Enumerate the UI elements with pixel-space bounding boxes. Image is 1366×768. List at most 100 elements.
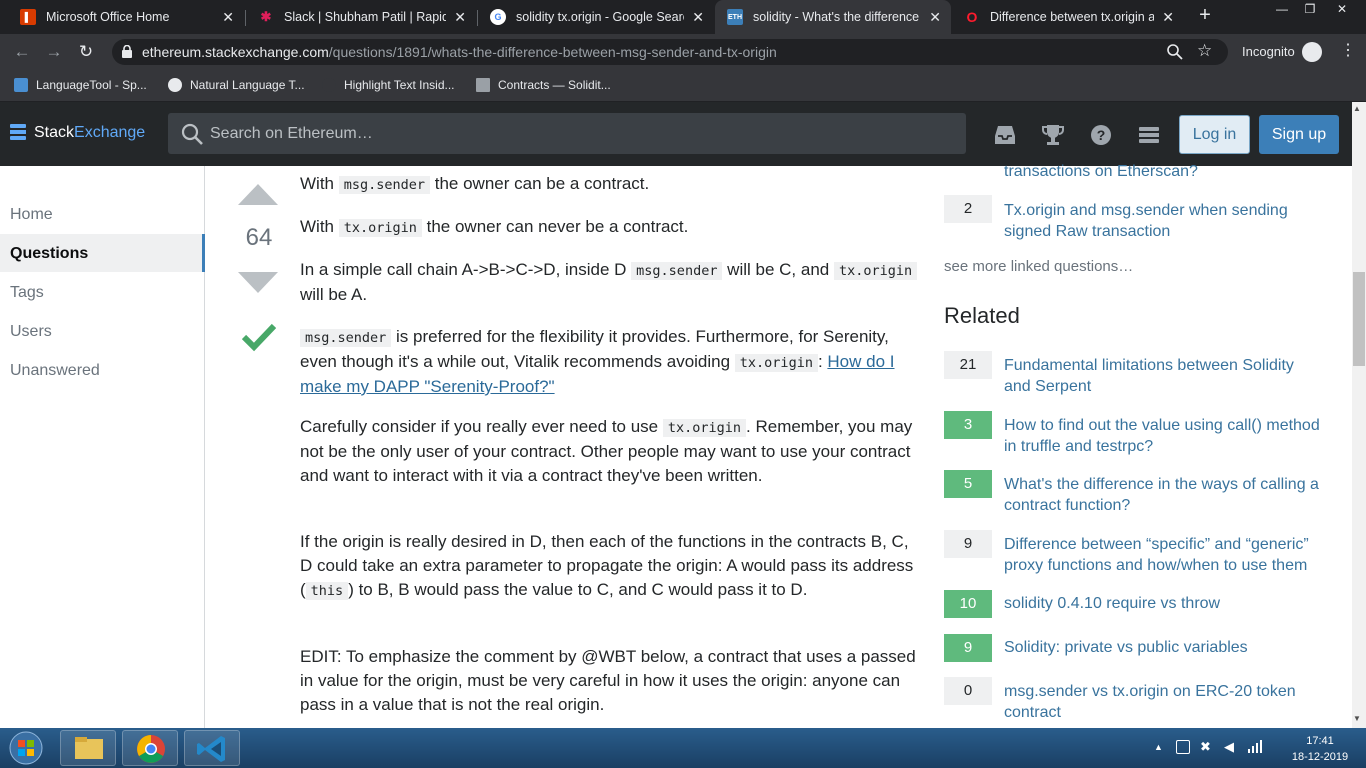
signup-button[interactable]: Sign up: [1259, 115, 1339, 154]
answer-paragraph: EDIT: To emphasize the comment by @WBT b…: [300, 647, 916, 714]
lock-icon: [122, 44, 132, 58]
bookmark-star-icon[interactable]: ☆: [1197, 41, 1212, 61]
nav-unanswered[interactable]: Unanswered: [10, 362, 100, 380]
vscode-icon: [197, 736, 225, 762]
search-placeholder: Search on Ethereum…: [210, 125, 373, 142]
related-vote-badge-accepted: 3: [944, 411, 992, 439]
new-tab-icon[interactable]: +: [1194, 4, 1216, 26]
restore-icon[interactable]: ❐: [1294, 0, 1326, 20]
browser-tab[interactable]: G solidity tx.origin - Google Search ✕: [478, 0, 714, 34]
zoom-icon[interactable]: [1166, 43, 1184, 61]
browser-tab-strip: ▌ Microsoft Office Home ✕ ✱ Slack | Shub…: [0, 0, 1366, 34]
stackexchange-logo[interactable]: Stack Exchange: [10, 124, 145, 142]
globe-icon: [168, 78, 182, 92]
related-vote-badge-accepted: 5: [944, 470, 992, 498]
browser-tab[interactable]: O Difference between tx.origin and ✕: [952, 0, 1184, 34]
start-button[interactable]: [6, 730, 46, 766]
inline-code: this: [305, 582, 349, 600]
inline-code: tx.origin: [338, 219, 422, 237]
svg-text:?: ?: [1097, 127, 1106, 143]
site-switcher-icon[interactable]: [1136, 122, 1162, 148]
nav-home[interactable]: Home: [10, 206, 53, 224]
answer-paragraph: If the origin is really desired in D, th…: [300, 532, 914, 600]
tab-title: Microsoft Office Home: [46, 10, 170, 24]
forward-icon[interactable]: →: [42, 40, 66, 64]
reload-icon[interactable]: ↻: [74, 40, 98, 64]
related-question-link[interactable]: Solidity: private vs public variables: [1004, 637, 1324, 658]
chrome-taskbar-button[interactable]: [122, 730, 178, 766]
answer-paragraph: In a simple call chain A->B->C->D, insid…: [300, 258, 920, 307]
browser-tab[interactable]: ▌ Microsoft Office Home ✕: [8, 0, 244, 34]
menu-kebab-icon[interactable]: ⋮: [1340, 40, 1356, 60]
window-close-icon[interactable]: ✕: [1326, 0, 1358, 20]
vote-count: 64: [245, 224, 273, 251]
google-icon: G: [490, 9, 506, 25]
close-tab-icon[interactable]: ✕: [454, 9, 466, 26]
linked-question-link[interactable]: Tx.origin and msg.sender when sending si…: [1004, 200, 1324, 242]
office-icon: ▌: [20, 9, 36, 25]
url-text[interactable]: ethereum.stackexchange.com/questions/189…: [142, 44, 777, 60]
close-tab-icon[interactable]: ✕: [692, 9, 704, 26]
bookmark-item[interactable]: Natural Language T...: [168, 76, 305, 94]
nav-tags[interactable]: Tags: [10, 284, 44, 302]
answer-paragraph: With msg.sender the owner can be a contr…: [300, 174, 650, 194]
vscode-taskbar-button[interactable]: [184, 730, 240, 766]
help-icon[interactable]: ?: [1088, 122, 1114, 148]
nav-users[interactable]: Users: [10, 323, 52, 341]
answer-paragraph: Carefully consider if you really ever ne…: [300, 417, 913, 485]
volume-muted-icon[interactable]: ◀: [1224, 739, 1234, 755]
see-more-linked-link[interactable]: see more linked questions…: [944, 258, 1133, 275]
folder-icon: [75, 737, 103, 759]
bookmark-item[interactable]: LanguageTool - Sp...: [14, 76, 147, 94]
clock-date: 18-12-2019: [1291, 751, 1349, 763]
downvote-icon[interactable]: [238, 272, 278, 299]
scroll-down-icon[interactable]: ▼: [1353, 714, 1361, 723]
file-explorer-taskbar-button[interactable]: [60, 730, 116, 766]
inbox-icon[interactable]: [992, 122, 1018, 148]
network-warning-icon[interactable]: ✖: [1200, 739, 1211, 755]
close-tab-icon[interactable]: ✕: [222, 9, 234, 26]
upvote-icon[interactable]: [238, 184, 278, 211]
page-scrollbar[interactable]: [1352, 102, 1366, 728]
inline-code: tx.origin: [662, 419, 747, 437]
highlight-icon: [322, 78, 336, 92]
related-question-link[interactable]: Difference between “specific” and “gener…: [1004, 534, 1324, 576]
close-tab-icon[interactable]: ✕: [929, 9, 941, 26]
browser-tab[interactable]: ✱ Slack | Shubham Patil | Rapidqube ✕: [246, 0, 476, 34]
related-question-link[interactable]: What's the difference in the ways of cal…: [1004, 474, 1324, 516]
incognito-icon[interactable]: [1302, 42, 1322, 62]
achievements-trophy-icon[interactable]: [1040, 122, 1066, 148]
chrome-icon: [137, 735, 165, 763]
related-vote-badge: 21: [944, 351, 992, 379]
browser-tab-active[interactable]: ETH solidity - What's the difference bet…: [715, 0, 951, 34]
search-icon: [180, 122, 204, 146]
logo-stack-text: Stack: [34, 124, 75, 141]
nav-questions[interactable]: Questions: [10, 245, 88, 263]
tray-expand-icon[interactable]: ▲: [1154, 742, 1163, 752]
scroll-up-icon[interactable]: ▲: [1353, 104, 1361, 113]
tab-title: solidity - What's the difference between: [753, 10, 921, 24]
ethereum-icon: ETH: [727, 9, 743, 25]
logo-exchange-text: Exchange: [74, 124, 146, 141]
taskbar-clock[interactable]: 17:41 18-12-2019: [1280, 733, 1360, 765]
scrollbar-thumb[interactable]: [1353, 272, 1365, 366]
bookmark-label: Contracts — Solidit...: [498, 78, 611, 92]
related-vote-badge-accepted: 9: [944, 634, 992, 662]
related-question-link[interactable]: Fundamental limitations between Solidity…: [1004, 355, 1324, 397]
linked-question-link[interactable]: transactions on Etherscan?: [1004, 161, 1324, 182]
back-icon[interactable]: ←: [10, 40, 34, 64]
related-question-link[interactable]: msg.sender vs tx.origin on ERC-20 token …: [1004, 681, 1324, 723]
inline-code: tx.origin: [734, 354, 818, 372]
login-button[interactable]: Log in: [1179, 115, 1250, 154]
related-vote-badge: 9: [944, 530, 992, 558]
slack-icon: ✱: [260, 9, 272, 24]
related-question-link[interactable]: How to find out the value using call() m…: [1004, 415, 1324, 457]
bookmark-item[interactable]: Highlight Text Insid...: [322, 76, 455, 94]
related-question-link[interactable]: solidity 0.4.10 require vs throw: [1004, 593, 1324, 614]
answer-paragraph: msg.sender is preferred for the flexibil…: [300, 327, 895, 396]
bookmark-item[interactable]: Contracts — Solidit...: [476, 76, 611, 94]
signal-bars-icon[interactable]: [1248, 739, 1264, 753]
close-tab-icon[interactable]: ✕: [1162, 9, 1174, 26]
tray-app-icon[interactable]: [1176, 740, 1190, 754]
incognito-label[interactable]: Incognito: [1242, 44, 1295, 59]
